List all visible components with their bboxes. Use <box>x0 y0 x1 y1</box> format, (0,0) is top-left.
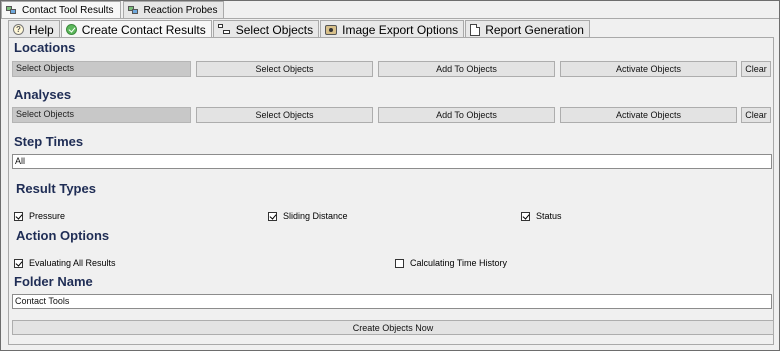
sub-tab-bar: ? Help Create Contact Results Select Obj… <box>8 20 591 38</box>
camera-icon <box>325 24 338 35</box>
contact-tool-icon <box>6 5 18 16</box>
tab-contact-tool-results[interactable]: Contact Tool Results <box>1 1 121 19</box>
checkbox-label: Pressure <box>29 211 66 221</box>
tab-label: Image Export Options <box>342 22 459 37</box>
checkbox-label: Calculating Time History <box>410 258 508 268</box>
checkbox-label: Evaluating All Results <box>29 258 116 268</box>
analyses-activate-objects-button[interactable]: Activate Objects <box>560 107 737 123</box>
locations-heading: Locations <box>14 40 76 55</box>
checkbox-mark[interactable] <box>268 211 277 221</box>
analyses-select-objects-button[interactable]: Select Objects <box>196 107 373 123</box>
status-checkbox[interactable]: Status <box>521 211 562 221</box>
locations-field[interactable]: Select Objects <box>12 61 191 77</box>
calculating-time-history-checkbox[interactable]: Calculating Time History <box>395 258 507 268</box>
sliding-distance-checkbox[interactable]: Sliding Distance <box>268 211 348 221</box>
tab-reaction-probes[interactable]: Reaction Probes <box>122 1 225 19</box>
tab-help[interactable]: ? Help <box>8 20 60 38</box>
tab-label: Reaction Probes <box>143 5 218 16</box>
locations-select-objects-button[interactable]: Select Objects <box>196 61 373 77</box>
analyses-add-to-objects-button[interactable]: Add To Objects <box>378 107 555 123</box>
tab-label: Create Contact Results <box>81 22 206 37</box>
tab-label: Help <box>29 22 54 37</box>
checkbox-mark[interactable] <box>395 258 404 268</box>
analyses-clear-button[interactable]: Clear <box>741 107 771 123</box>
reaction-probe-icon <box>127 5 140 16</box>
checkbox-mark[interactable] <box>14 211 23 221</box>
tab-label: Select Objects <box>235 22 314 37</box>
checkbox-label: Sliding Distance <box>283 211 348 221</box>
check-circle-icon <box>65 24 77 35</box>
locations-clear-button[interactable]: Clear <box>741 61 771 77</box>
tab-label: Contact Tool Results <box>22 5 114 16</box>
step-times-input[interactable]: All <box>12 154 772 169</box>
document-icon <box>470 23 481 36</box>
tab-label: Report Generation <box>485 22 584 37</box>
tab-image-export-options[interactable]: Image Export Options <box>320 20 465 38</box>
locations-activate-objects-button[interactable]: Activate Objects <box>560 61 737 77</box>
tab-divider <box>1 18 779 19</box>
folder-name-input[interactable]: Contact Tools <box>12 294 772 309</box>
top-tab-bar: Contact Tool Results Reaction Probes <box>1 1 226 19</box>
checkbox-mark[interactable] <box>14 258 23 268</box>
locations-add-to-objects-button[interactable]: Add To Objects <box>378 61 555 77</box>
evaluating-all-results-checkbox[interactable]: Evaluating All Results <box>14 258 116 268</box>
help-icon: ? <box>13 24 24 35</box>
create-objects-now-button[interactable]: Create Objects Now <box>12 320 774 335</box>
checkbox-mark[interactable] <box>521 211 530 221</box>
action-options-heading: Action Options <box>16 228 110 243</box>
pressure-checkbox[interactable]: Pressure <box>14 211 65 221</box>
analyses-heading: Analyses <box>14 87 72 102</box>
analyses-field[interactable]: Select Objects <box>12 107 191 123</box>
tab-select-objects[interactable]: Select Objects <box>212 20 320 38</box>
step-times-heading: Step Times <box>14 134 84 149</box>
folder-name-heading: Folder Name <box>14 274 93 289</box>
tab-create-contact-results[interactable]: Create Contact Results <box>60 20 212 38</box>
select-objects-icon <box>217 24 231 35</box>
checkbox-label: Status <box>536 211 562 221</box>
result-types-heading: Result Types <box>16 181 96 196</box>
tab-report-generation[interactable]: Report Generation <box>465 20 590 38</box>
